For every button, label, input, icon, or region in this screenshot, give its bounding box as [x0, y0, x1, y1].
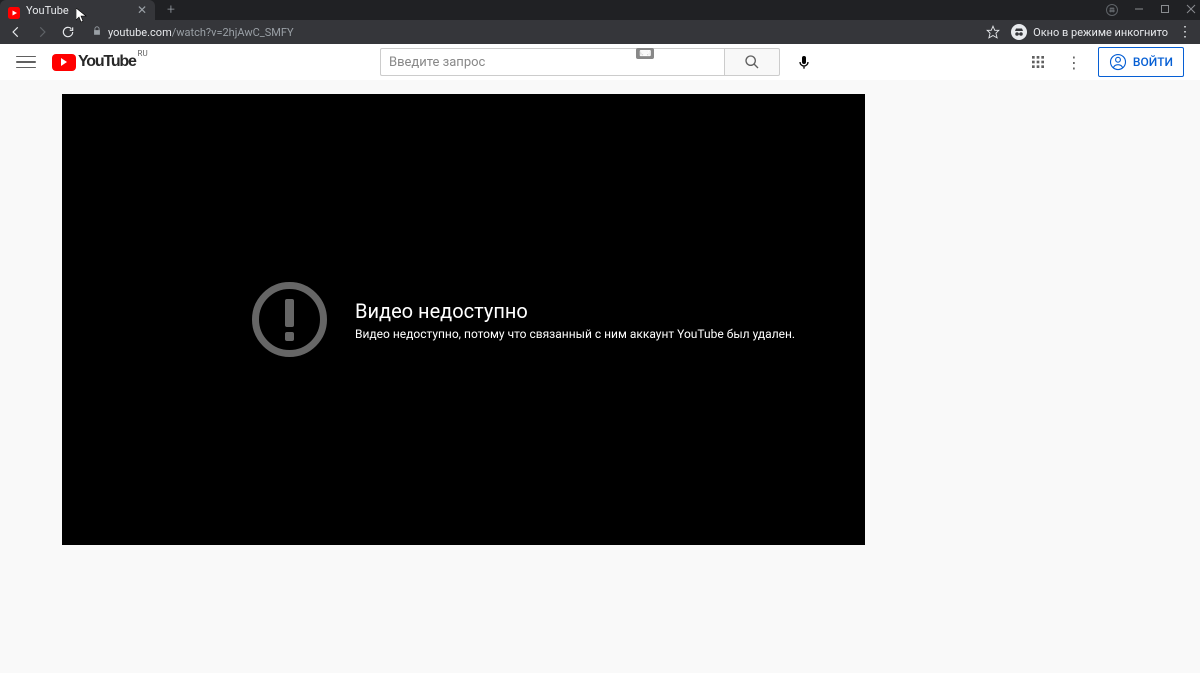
user-icon — [1109, 53, 1127, 71]
error-detail: Видео недоступно, потому что связанный с… — [355, 327, 795, 341]
url-path: /watch?v=2hjAwC_SMFY — [172, 26, 294, 39]
search-form: ⌨ — [380, 48, 780, 76]
voice-search-button[interactable] — [788, 46, 820, 78]
url-host: youtube.com — [108, 26, 172, 39]
page-content: Видео недоступно Видео недоступно, потом… — [0, 80, 1200, 673]
window-maximize-icon[interactable] — [1160, 4, 1170, 17]
tab-close-icon[interactable]: ✕ — [137, 4, 147, 16]
tab-title: YouTube — [26, 4, 131, 17]
youtube-masthead: YouTube RU ⌨ ⋮ ВОЙТИ — [0, 44, 1200, 80]
browser-toolbar: youtube.com/watch?v=2hjAwC_SMFY Окно в р… — [0, 20, 1200, 44]
incognito-icon — [1011, 24, 1027, 40]
browser-menu-icon[interactable]: ⋮ — [1178, 24, 1192, 40]
browser-tab-strip: YouTube ✕ + — [0, 0, 1200, 20]
incognito-badge[interactable]: Окно в режиме инкогнито — [1011, 24, 1168, 40]
address-bar[interactable]: youtube.com/watch?v=2hjAwC_SMFY — [92, 26, 294, 39]
incognito-indicator-icon — [1106, 4, 1118, 16]
nav-forward-icon — [34, 24, 50, 40]
window-minimize-icon[interactable] — [1134, 4, 1144, 17]
nav-reload-icon[interactable] — [60, 24, 76, 40]
warning-icon — [252, 282, 327, 357]
search-button[interactable] — [724, 48, 780, 76]
lock-icon — [92, 26, 102, 39]
incognito-label: Окно в режиме инкогнито — [1033, 26, 1168, 39]
browser-tab[interactable]: YouTube ✕ — [0, 0, 155, 20]
search-input[interactable] — [380, 48, 724, 76]
signin-button[interactable]: ВОЙТИ — [1098, 47, 1184, 77]
bookmark-star-icon[interactable] — [985, 24, 1001, 40]
settings-menu-icon[interactable]: ⋮ — [1062, 50, 1086, 74]
new-tab-button[interactable]: + — [161, 0, 181, 20]
video-player: Видео недоступно Видео недоступно, потом… — [62, 94, 865, 545]
youtube-logo[interactable]: YouTube RU — [52, 53, 136, 71]
error-block: Видео недоступно Видео недоступно, потом… — [252, 282, 795, 357]
youtube-country-code: RU — [138, 49, 148, 58]
guide-menu-icon[interactable] — [16, 52, 36, 72]
error-title: Видео недоступно — [355, 299, 795, 323]
youtube-favicon-icon — [8, 4, 20, 16]
youtube-play-icon — [52, 54, 76, 71]
signin-label: ВОЙТИ — [1133, 55, 1173, 69]
apps-grid-icon[interactable] — [1026, 50, 1050, 74]
window-close-icon[interactable] — [1186, 4, 1196, 17]
search-icon — [744, 54, 760, 70]
nav-back-icon[interactable] — [8, 24, 24, 40]
youtube-logo-text: YouTube — [78, 53, 136, 71]
microphone-icon — [796, 54, 812, 70]
